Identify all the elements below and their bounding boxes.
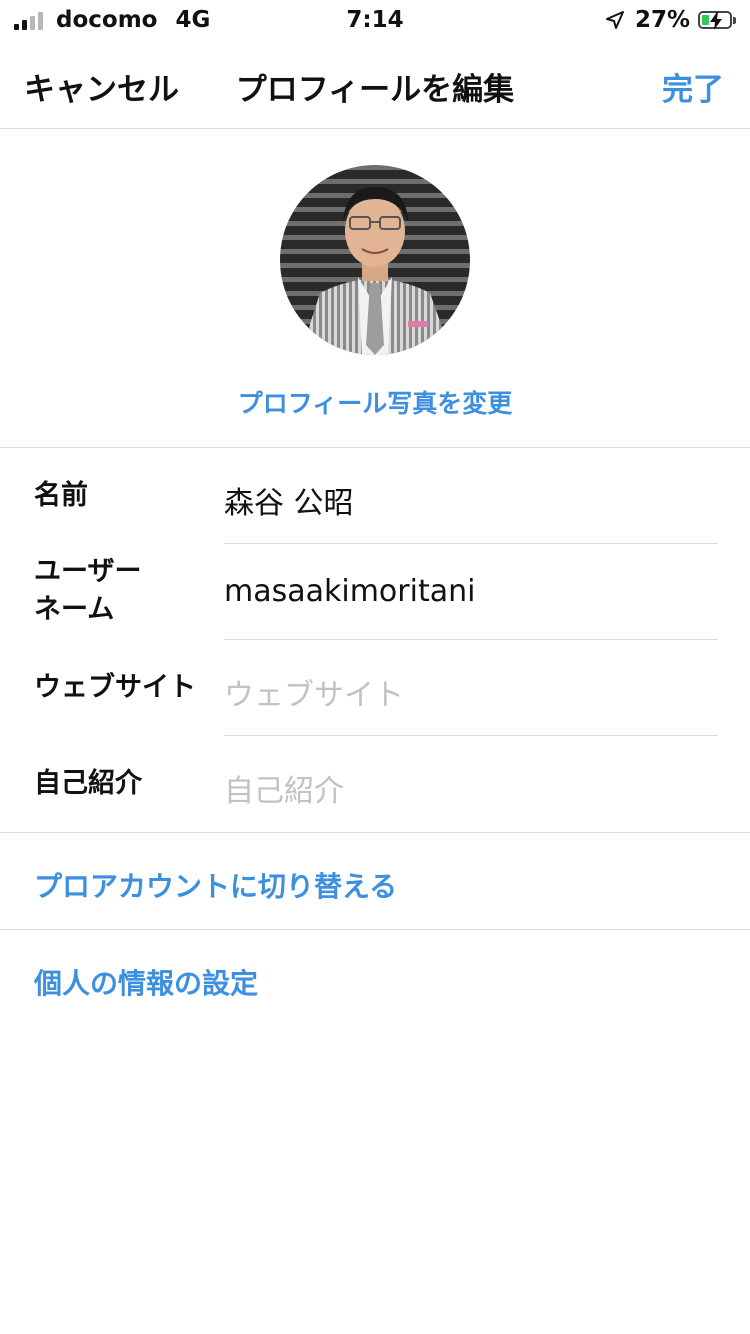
bio-row: 自己紹介 自己紹介 <box>0 736 750 832</box>
username-label-line2: ネーム <box>34 594 115 625</box>
cancel-button[interactable]: キャンセル <box>24 64 179 109</box>
personal-info-settings-link[interactable]: 個人の情報の設定 <box>34 962 258 1002</box>
charging-bolt-icon <box>710 12 722 30</box>
username-value: masaakimoritani <box>224 574 476 609</box>
change-profile-photo-link[interactable]: プロフィール写真を変更 <box>0 384 750 420</box>
username-label-line1: ユーザー <box>34 556 142 587</box>
personal-info-row: 個人の情報の設定 <box>0 930 750 1026</box>
status-bar: docomo 4G 7:14 27% <box>0 0 750 42</box>
website-row: ウェブサイト ウェブサイト <box>0 640 750 736</box>
name-field[interactable]: 森谷 公昭 <box>224 448 718 544</box>
username-row: ユーザー ネーム masaakimoritani <box>0 544 750 640</box>
name-label: 名前 <box>34 480 88 511</box>
website-placeholder: ウェブサイト <box>224 678 404 713</box>
name-value: 森谷 公昭 <box>224 486 354 521</box>
bio-label: 自己紹介 <box>34 768 142 799</box>
location-arrow-icon <box>605 11 624 29</box>
username-field[interactable]: masaakimoritani <box>224 544 718 640</box>
battery-icon <box>698 11 732 30</box>
profile-photo-section: プロフィール写真を変更 <box>0 129 750 448</box>
username-label: ユーザー ネーム <box>34 553 141 629</box>
switch-to-pro-account-link[interactable]: プロアカウントに切り替える <box>34 865 397 905</box>
profile-form: 名前 森谷 公昭 ユーザー ネーム masaakimoritani ウェブサイト… <box>0 448 750 833</box>
bio-field[interactable]: 自己紹介 <box>224 736 718 831</box>
status-right: 27% <box>605 7 736 33</box>
avatar[interactable] <box>280 165 470 355</box>
edit-profile-screen: docomo 4G 7:14 27% キャンセル プロフィールを編集 完了 プロ… <box>0 0 750 1334</box>
name-row: 名前 森谷 公昭 <box>0 448 750 544</box>
nav-bar: キャンセル プロフィールを編集 完了 <box>0 42 750 129</box>
bio-placeholder: 自己紹介 <box>224 774 344 809</box>
battery-cap <box>733 16 736 24</box>
battery-percent: 27% <box>634 7 690 33</box>
website-label: ウェブサイト <box>34 672 196 703</box>
website-field[interactable]: ウェブサイト <box>224 640 718 736</box>
avatar-image <box>280 165 470 355</box>
pro-account-row: プロアカウントに切り替える <box>0 833 750 930</box>
done-button[interactable]: 完了 <box>662 64 724 109</box>
